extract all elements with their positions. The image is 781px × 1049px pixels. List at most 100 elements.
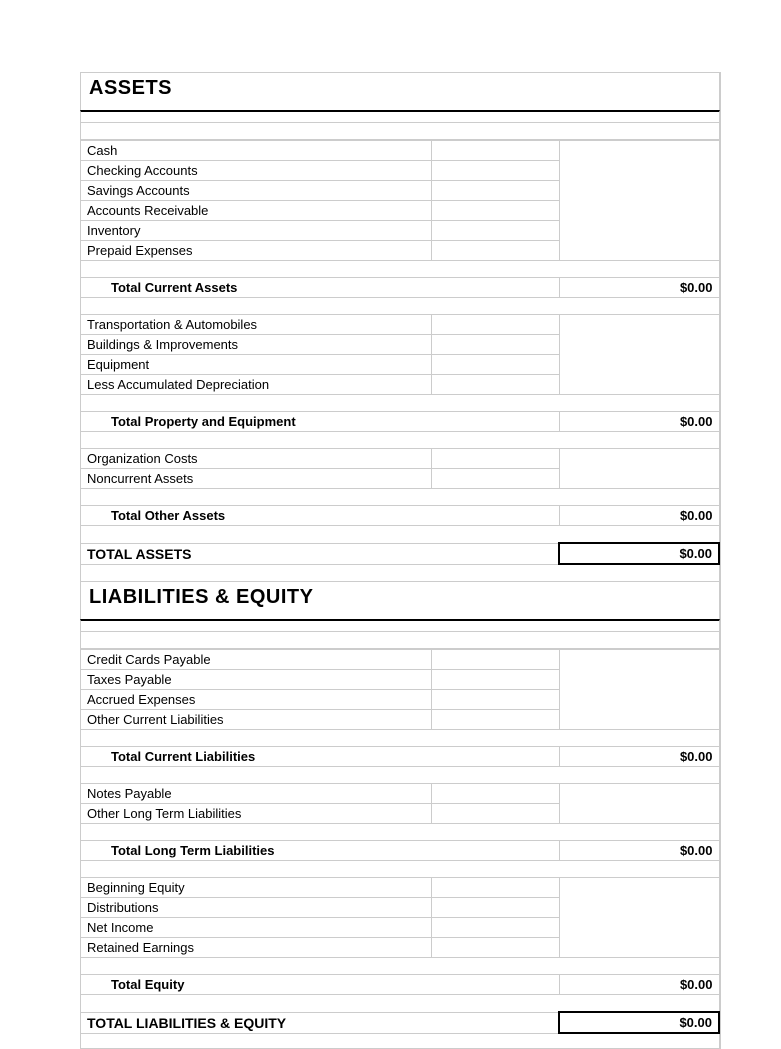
assets-underline <box>80 110 720 123</box>
item-label: Less Accumulated Depreciation <box>81 375 432 395</box>
spacer <box>81 1033 720 1049</box>
item-input[interactable] <box>432 784 560 804</box>
item-label: Accounts Receivable <box>81 201 432 221</box>
item-input[interactable] <box>432 375 560 395</box>
subtotal-value: $0.00 <box>559 506 719 526</box>
blank <box>559 449 719 489</box>
spacer <box>81 564 720 582</box>
item-label: Other Current Liabilities <box>81 710 432 730</box>
subtotal-value: $0.00 <box>559 747 719 767</box>
item-input[interactable] <box>432 335 560 355</box>
assets-table: Cash Checking Accounts Savings Accounts … <box>80 140 720 582</box>
subtotal-row: Total Equity $0.00 <box>81 975 720 995</box>
grand-total-row: TOTAL ASSETS $0.00 <box>81 543 720 564</box>
item-input[interactable] <box>432 710 560 730</box>
item-label: Organization Costs <box>81 449 432 469</box>
item-input[interactable] <box>432 938 560 958</box>
item-label: Beginning Equity <box>81 878 432 898</box>
item-label: Distributions <box>81 898 432 918</box>
grand-total-value: $0.00 <box>559 1012 719 1033</box>
subtotal-row: Total Long Term Liabilities $0.00 <box>81 841 720 861</box>
subtotal-row: Total Current Assets $0.00 <box>81 278 720 298</box>
item-input[interactable] <box>432 181 560 201</box>
item-input[interactable] <box>432 650 560 670</box>
grand-total-label: TOTAL LIABILITIES & EQUITY <box>81 1012 560 1033</box>
spacer <box>81 261 720 278</box>
item-label: Prepaid Expenses <box>81 241 432 261</box>
item-input[interactable] <box>432 918 560 938</box>
spacer <box>81 861 720 878</box>
line-item: Transportation & Automobiles <box>81 315 720 335</box>
spacer <box>81 730 720 747</box>
item-label: Other Long Term Liabilities <box>81 804 432 824</box>
line-item: Organization Costs <box>81 449 720 469</box>
liabilities-heading: LIABILITIES & EQUITY <box>80 582 720 619</box>
item-label: Notes Payable <box>81 784 432 804</box>
liabilities-table: Credit Cards Payable Taxes Payable Accru… <box>80 649 720 1049</box>
item-input[interactable] <box>432 355 560 375</box>
item-label: Inventory <box>81 221 432 241</box>
blank <box>559 784 719 824</box>
assets-heading: ASSETS <box>80 72 720 110</box>
spacer <box>81 526 720 544</box>
item-input[interactable] <box>432 161 560 181</box>
grand-total-label: TOTAL ASSETS <box>81 543 560 564</box>
subtotal-label: Total Other Assets <box>81 506 560 526</box>
subtotal-label: Total Equity <box>81 975 560 995</box>
item-input[interactable] <box>432 315 560 335</box>
blank <box>559 650 719 730</box>
item-label: Noncurrent Assets <box>81 469 432 489</box>
blank <box>559 315 719 395</box>
item-label: Buildings & Improvements <box>81 335 432 355</box>
subtotal-value: $0.00 <box>559 841 719 861</box>
item-input[interactable] <box>432 670 560 690</box>
spacer <box>80 632 720 649</box>
grand-total-row: TOTAL LIABILITIES & EQUITY $0.00 <box>81 1012 720 1033</box>
item-input[interactable] <box>432 201 560 221</box>
spacer <box>81 995 720 1013</box>
line-item: Credit Cards Payable <box>81 650 720 670</box>
item-label: Credit Cards Payable <box>81 650 432 670</box>
line-item: Beginning Equity <box>81 878 720 898</box>
item-label: Taxes Payable <box>81 670 432 690</box>
spacer <box>81 489 720 506</box>
liabilities-underline <box>80 619 720 632</box>
item-label: Net Income <box>81 918 432 938</box>
spacer <box>81 958 720 975</box>
spacer <box>81 298 720 315</box>
item-input[interactable] <box>432 804 560 824</box>
item-input[interactable] <box>432 221 560 241</box>
subtotal-label: Total Property and Equipment <box>81 412 560 432</box>
item-input[interactable] <box>432 141 560 161</box>
item-label: Cash <box>81 141 432 161</box>
subtotal-label: Total Long Term Liabilities <box>81 841 560 861</box>
item-input[interactable] <box>432 241 560 261</box>
subtotal-label: Total Current Assets <box>81 278 560 298</box>
item-label: Retained Earnings <box>81 938 432 958</box>
item-input[interactable] <box>432 878 560 898</box>
spacer <box>81 432 720 449</box>
item-input[interactable] <box>432 690 560 710</box>
line-item: Notes Payable <box>81 784 720 804</box>
blank <box>559 878 719 958</box>
item-input[interactable] <box>432 469 560 489</box>
item-label: Checking Accounts <box>81 161 432 181</box>
spacer <box>80 123 720 140</box>
subtotal-value: $0.00 <box>559 975 719 995</box>
subtotal-value: $0.00 <box>559 412 719 432</box>
spacer <box>81 824 720 841</box>
subtotal-value: $0.00 <box>559 278 719 298</box>
blank <box>559 141 719 261</box>
subtotal-row: Total Current Liabilities $0.00 <box>81 747 720 767</box>
subtotal-row: Total Property and Equipment $0.00 <box>81 412 720 432</box>
item-input[interactable] <box>432 449 560 469</box>
subtotal-label: Total Current Liabilities <box>81 747 560 767</box>
item-input[interactable] <box>432 898 560 918</box>
item-label: Accrued Expenses <box>81 690 432 710</box>
spacer <box>81 767 720 784</box>
grand-total-value: $0.00 <box>559 543 719 564</box>
spacer <box>81 395 720 412</box>
line-item: Cash <box>81 141 720 161</box>
subtotal-row: Total Other Assets $0.00 <box>81 506 720 526</box>
item-label: Equipment <box>81 355 432 375</box>
